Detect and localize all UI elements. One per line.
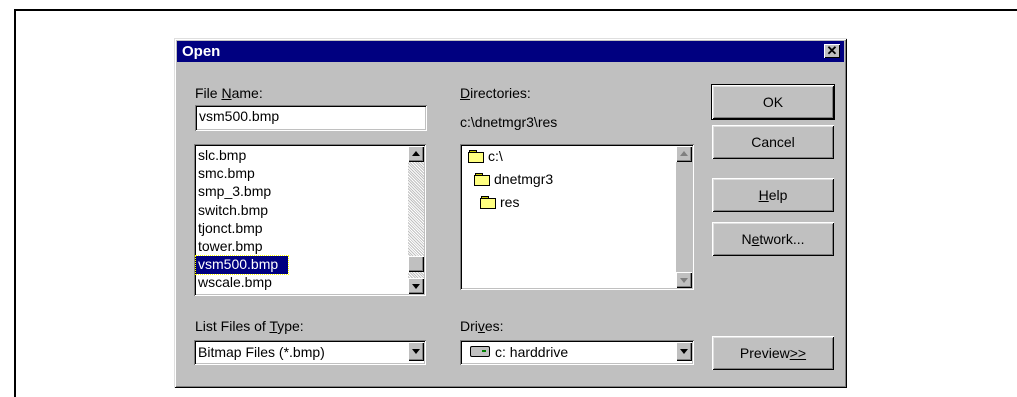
directories-label: Directories:	[460, 85, 531, 101]
hard-drive-icon	[470, 346, 490, 357]
scroll-thumb[interactable]	[408, 256, 424, 272]
file-list-scrollbar[interactable]	[408, 146, 424, 294]
drives-label: Drives:	[460, 318, 504, 334]
file-name-label: File Name:	[195, 85, 263, 101]
file-list-item[interactable]: tower.bmp	[198, 238, 263, 256]
drives-dropdown-button[interactable]	[676, 342, 692, 361]
document-frame-left	[14, 9, 16, 397]
scroll-down-button[interactable]	[676, 272, 692, 288]
drives-dropdown[interactable]: c: harddrive	[460, 340, 694, 365]
help-button[interactable]: Help	[712, 178, 834, 212]
open-dialog: Open ✕ File Name: vsm500.bmp slc.bmp smc.…	[174, 38, 847, 388]
file-list-item[interactable]: smp_3.bmp	[198, 183, 271, 201]
open-folder-icon	[480, 196, 496, 209]
arrow-up-icon	[412, 151, 420, 156]
file-list-item[interactable]: smc.bmp	[198, 165, 255, 183]
directory-scrollbar[interactable]	[676, 146, 692, 288]
scroll-up-button[interactable]	[408, 146, 424, 162]
file-list-item[interactable]: vsm500.bmp	[194, 255, 290, 276]
preview-button[interactable]: Preview >>	[712, 336, 834, 370]
arrow-down-icon	[680, 278, 688, 283]
file-list-item[interactable]: switch.bmp	[198, 202, 268, 220]
cancel-button[interactable]: Cancel	[712, 125, 834, 159]
directory-item[interactable]: dnetmgr3	[474, 171, 553, 187]
drive-value: c: harddrive	[470, 344, 568, 360]
scroll-up-button[interactable]	[676, 146, 692, 162]
directory-item[interactable]: res	[480, 194, 519, 210]
file-list-item[interactable]: slc.bmp	[198, 147, 246, 165]
chevron-down-icon	[412, 349, 420, 354]
arrow-up-icon	[680, 151, 688, 156]
file-type-value: Bitmap Files (*.bmp)	[198, 344, 325, 360]
file-list-item[interactable]: tjonct.bmp	[198, 220, 263, 238]
open-folder-icon	[474, 173, 490, 186]
chevron-down-icon	[680, 349, 688, 354]
file-list-item[interactable]: wscale.bmp	[198, 274, 272, 292]
file-type-dropdown-button[interactable]	[408, 342, 424, 361]
scroll-down-button[interactable]	[408, 278, 424, 294]
file-name-input[interactable]: vsm500.bmp	[195, 105, 427, 131]
file-type-dropdown[interactable]: Bitmap Files (*.bmp)	[194, 340, 426, 365]
directory-tree[interactable]: c:\ dnetmgr3 res	[460, 144, 694, 290]
close-icon: ✕	[826, 43, 838, 58]
close-button[interactable]: ✕	[824, 44, 840, 58]
open-folder-icon	[468, 150, 484, 163]
file-list[interactable]: slc.bmp smc.bmp smp_3.bmp switch.bmp tjonct.…	[194, 144, 426, 296]
current-directory-path: c:\dnetmgr3\res	[460, 114, 558, 130]
arrow-down-icon	[412, 284, 420, 289]
file-name-value: vsm500.bmp	[199, 108, 280, 124]
dialog-title: Open	[182, 43, 221, 60]
ok-button[interactable]: OK	[711, 84, 835, 120]
network-button[interactable]: Ne twork...	[712, 222, 834, 256]
directory-item[interactable]: c:\	[468, 148, 503, 164]
file-type-label: List Files of Type:	[195, 318, 304, 334]
title-bar[interactable]: Open ✕	[177, 41, 844, 62]
document-frame-top	[14, 9, 1017, 11]
